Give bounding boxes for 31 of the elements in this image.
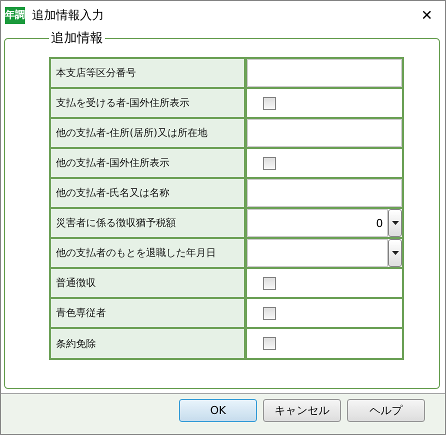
dialog-button[interactable]: OK xyxy=(179,398,257,422)
field-label: 他の支払者のもとを退職した年月日 xyxy=(51,239,247,267)
field-label: 他の支払者-氏名又は名称 xyxy=(51,179,247,207)
dialog-button[interactable]: ヘルプ xyxy=(347,398,425,422)
checkbox[interactable] xyxy=(263,337,276,350)
group-legend: 追加情報 xyxy=(49,29,105,47)
caret-icon xyxy=(392,251,398,255)
dialog-button[interactable]: キャンセル xyxy=(263,398,341,422)
app-icon: 年調 xyxy=(5,6,25,24)
field-label: 他の支払者-国外住所表示 xyxy=(51,149,247,177)
checkbox[interactable] xyxy=(263,276,276,290)
checkbox[interactable] xyxy=(263,156,276,170)
dropdown-button[interactable] xyxy=(388,209,402,237)
field-label: 本支店等区分番号 xyxy=(51,59,247,87)
window-title: 追加情報入力 xyxy=(32,6,104,24)
field-label: 青色専従者 xyxy=(51,299,247,327)
text-field[interactable] xyxy=(247,119,402,147)
field-label: 条約免除 xyxy=(51,329,247,358)
text-field[interactable] xyxy=(247,179,402,207)
dropdown-field[interactable]: 0 xyxy=(247,209,388,237)
caret-icon xyxy=(392,221,398,225)
field-label: 災害者に係る徴収猶予税額 xyxy=(51,209,247,237)
field-label: 普通徴収 xyxy=(51,269,247,297)
checkbox[interactable] xyxy=(263,96,276,110)
field-label: 支払を受ける者-国外住所表示 xyxy=(51,89,247,117)
dropdown-button[interactable] xyxy=(388,239,402,267)
field-label: 他の支払者-住所(居所)又は所在地 xyxy=(51,119,247,147)
text-field[interactable] xyxy=(247,59,402,87)
close-button[interactable]: ✕ xyxy=(409,1,445,29)
dropdown-field[interactable] xyxy=(247,239,388,267)
checkbox[interactable] xyxy=(263,306,276,320)
